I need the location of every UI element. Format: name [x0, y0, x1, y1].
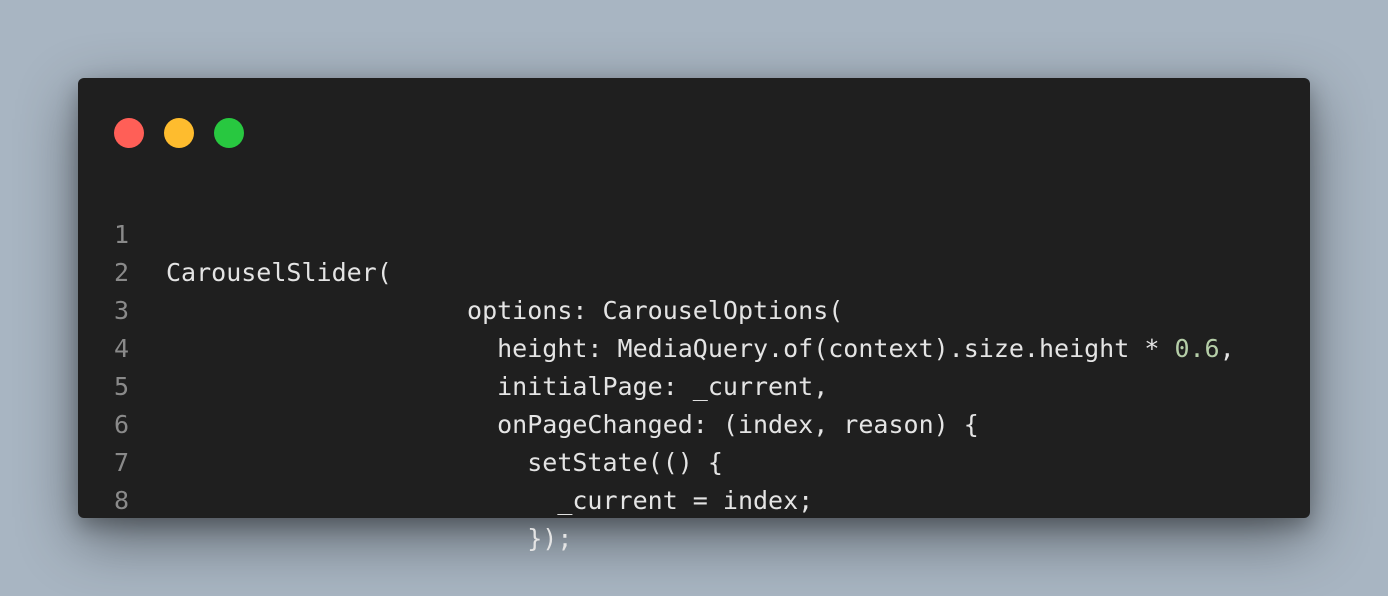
code-window: 1 CarouselSlider( 2 options: CarouselOpt…: [78, 78, 1310, 553]
code-line: 8 });: [78, 444, 1310, 553]
window-controls: [114, 118, 244, 148]
minimize-icon[interactable]: [164, 118, 194, 148]
code-line: 7 _current = index;: [78, 406, 1310, 515]
line-number: 8: [114, 486, 130, 515]
code-line: 1 CarouselSlider(: [78, 178, 1310, 287]
close-icon[interactable]: [114, 118, 144, 148]
code-line: 3 height: MediaQuery.of(context).size.he…: [78, 254, 1310, 363]
code-line: 4 initialPage: _current,: [78, 292, 1310, 401]
code-line: 5 onPageChanged: (index, reason) {: [78, 330, 1310, 439]
code-text: });: [166, 524, 573, 553]
maximize-icon[interactable]: [214, 118, 244, 148]
code-block: 1 CarouselSlider( 2 options: CarouselOpt…: [78, 178, 1310, 553]
code-text: _current = index;: [166, 486, 814, 515]
code-line: 6 setState(() {: [78, 368, 1310, 477]
code-line: 2 options: CarouselOptions(: [78, 216, 1310, 325]
